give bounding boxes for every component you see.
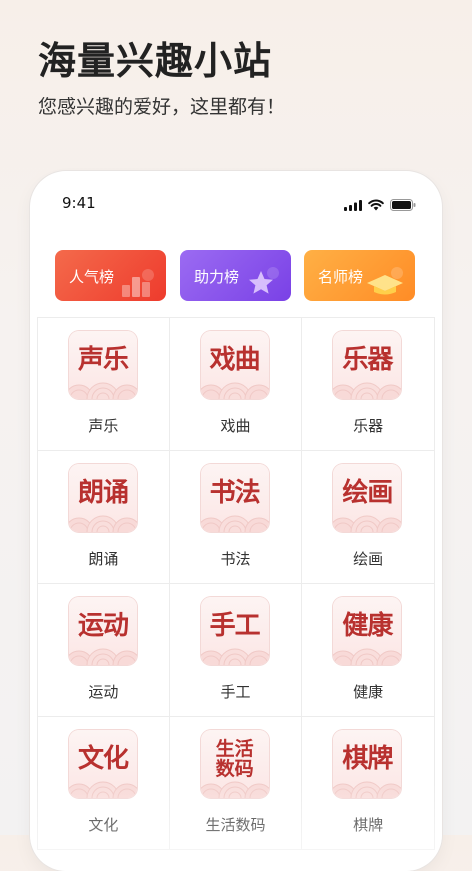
category-icon-text: 文化 — [69, 730, 137, 788]
category-icon-text-line: 朗诵 — [77, 478, 129, 508]
category-grid: 声乐 声乐 戏曲 戏曲 乐器 乐器 朗诵 朗诵 书法 书法 绘画 绘画 运动 运… — [37, 317, 435, 850]
category-icon: 运动 — [69, 597, 137, 665]
graduation-cap-icon — [367, 267, 403, 295]
category-icon-text: 朗诵 — [69, 464, 137, 522]
category-icon-text: 手工 — [201, 597, 269, 655]
category-label: 戏曲 — [220, 417, 251, 435]
category-item[interactable]: 生活 数码 生活数码 — [169, 717, 303, 850]
category-icon-text: 声乐 — [69, 331, 137, 389]
category-icon-text-line: 健康 — [342, 611, 393, 641]
status-icons — [344, 196, 416, 215]
category-icon-text: 书法 — [201, 464, 269, 522]
hero-subtitle: 您感兴趣的爱好，这里都有！ — [38, 96, 286, 118]
signal-icon — [344, 196, 362, 215]
category-icon-text-line: 绘画 — [342, 478, 393, 508]
wifi-icon — [368, 196, 384, 215]
category-icon: 文化 — [69, 730, 137, 798]
star-icon — [249, 267, 279, 294]
bar-chart-icon — [122, 269, 154, 297]
category-label: 文化 — [88, 816, 119, 834]
category-icon-text: 健康 — [333, 597, 401, 655]
category-icon-text-line: 乐器 — [342, 345, 393, 375]
category-label: 手工 — [220, 683, 251, 701]
status-time: 9:41 — [62, 194, 96, 212]
rank-help-label: 助力榜 — [194, 268, 240, 286]
category-icon: 棋牌 — [333, 730, 402, 798]
category-icon: 乐器 — [333, 331, 402, 399]
category-icon-text: 乐器 — [333, 331, 401, 389]
category-label: 棋牌 — [353, 816, 384, 834]
category-icon-text-line: 数码 — [215, 758, 254, 780]
category-item[interactable]: 乐器 乐器 — [302, 318, 435, 451]
category-icon: 生活 数码 — [200, 730, 269, 798]
rank-teacher-label: 名师榜 — [318, 268, 364, 286]
category-item[interactable]: 声乐 声乐 — [37, 318, 170, 451]
category-icon-text-line: 手工 — [209, 611, 261, 641]
category-icon: 戏曲 — [200, 331, 269, 399]
category-item[interactable]: 运动 运动 — [37, 584, 170, 717]
rank-teacher-button[interactable]: 名师榜 — [304, 250, 415, 301]
category-label: 生活数码 — [205, 816, 266, 834]
phone-frame: 9:41 人气榜 助力榜 名师榜 声乐 声乐 戏曲 戏曲 乐器 乐器 朗诵 朗诵… — [30, 171, 442, 871]
category-label: 朗诵 — [88, 550, 119, 568]
category-icon-text-line: 棋牌 — [342, 744, 393, 774]
category-label: 绘画 — [353, 550, 384, 568]
category-icon-text-line: 生活 — [215, 738, 254, 760]
rank-popular-button[interactable]: 人气榜 — [55, 250, 166, 301]
category-icon-text: 戏曲 — [201, 331, 269, 389]
category-item[interactable]: 朗诵 朗诵 — [37, 451, 170, 584]
category-item[interactable]: 书法 书法 — [169, 451, 303, 584]
category-icon-text-line: 声乐 — [77, 345, 129, 375]
hero-title: 海量兴趣小站 — [38, 39, 273, 83]
category-label: 乐器 — [353, 417, 384, 435]
category-icon: 健康 — [333, 597, 402, 665]
category-icon: 朗诵 — [69, 464, 137, 532]
category-icon-text-line: 文化 — [77, 744, 129, 774]
category-icon-text-line: 戏曲 — [209, 345, 261, 375]
category-item[interactable]: 棋牌 棋牌 — [302, 717, 435, 850]
category-icon: 绘画 — [333, 464, 402, 532]
category-item[interactable]: 戏曲 戏曲 — [169, 318, 303, 451]
category-icon-text-line: 书法 — [209, 478, 261, 508]
category-icon: 手工 — [200, 597, 269, 665]
category-icon: 书法 — [200, 464, 269, 532]
category-label: 书法 — [220, 550, 251, 568]
category-icon-text: 绘画 — [333, 464, 401, 522]
category-icon-text: 运动 — [69, 597, 137, 655]
category-item[interactable]: 文化 文化 — [37, 717, 170, 850]
category-icon-text-line: 运动 — [77, 611, 129, 641]
category-item[interactable]: 健康 健康 — [302, 584, 435, 717]
category-icon-text: 棋牌 — [333, 730, 401, 788]
category-label: 健康 — [353, 683, 384, 701]
category-label: 运动 — [88, 683, 119, 701]
rank-popular-label: 人气榜 — [69, 268, 115, 286]
category-item[interactable]: 绘画 绘画 — [302, 451, 435, 584]
battery-icon — [390, 196, 416, 215]
category-icon: 声乐 — [69, 331, 137, 399]
rank-help-button[interactable]: 助力榜 — [180, 250, 291, 301]
category-item[interactable]: 手工 手工 — [169, 584, 303, 717]
category-label: 声乐 — [88, 417, 119, 435]
category-icon-text: 生活 数码 — [201, 730, 269, 788]
